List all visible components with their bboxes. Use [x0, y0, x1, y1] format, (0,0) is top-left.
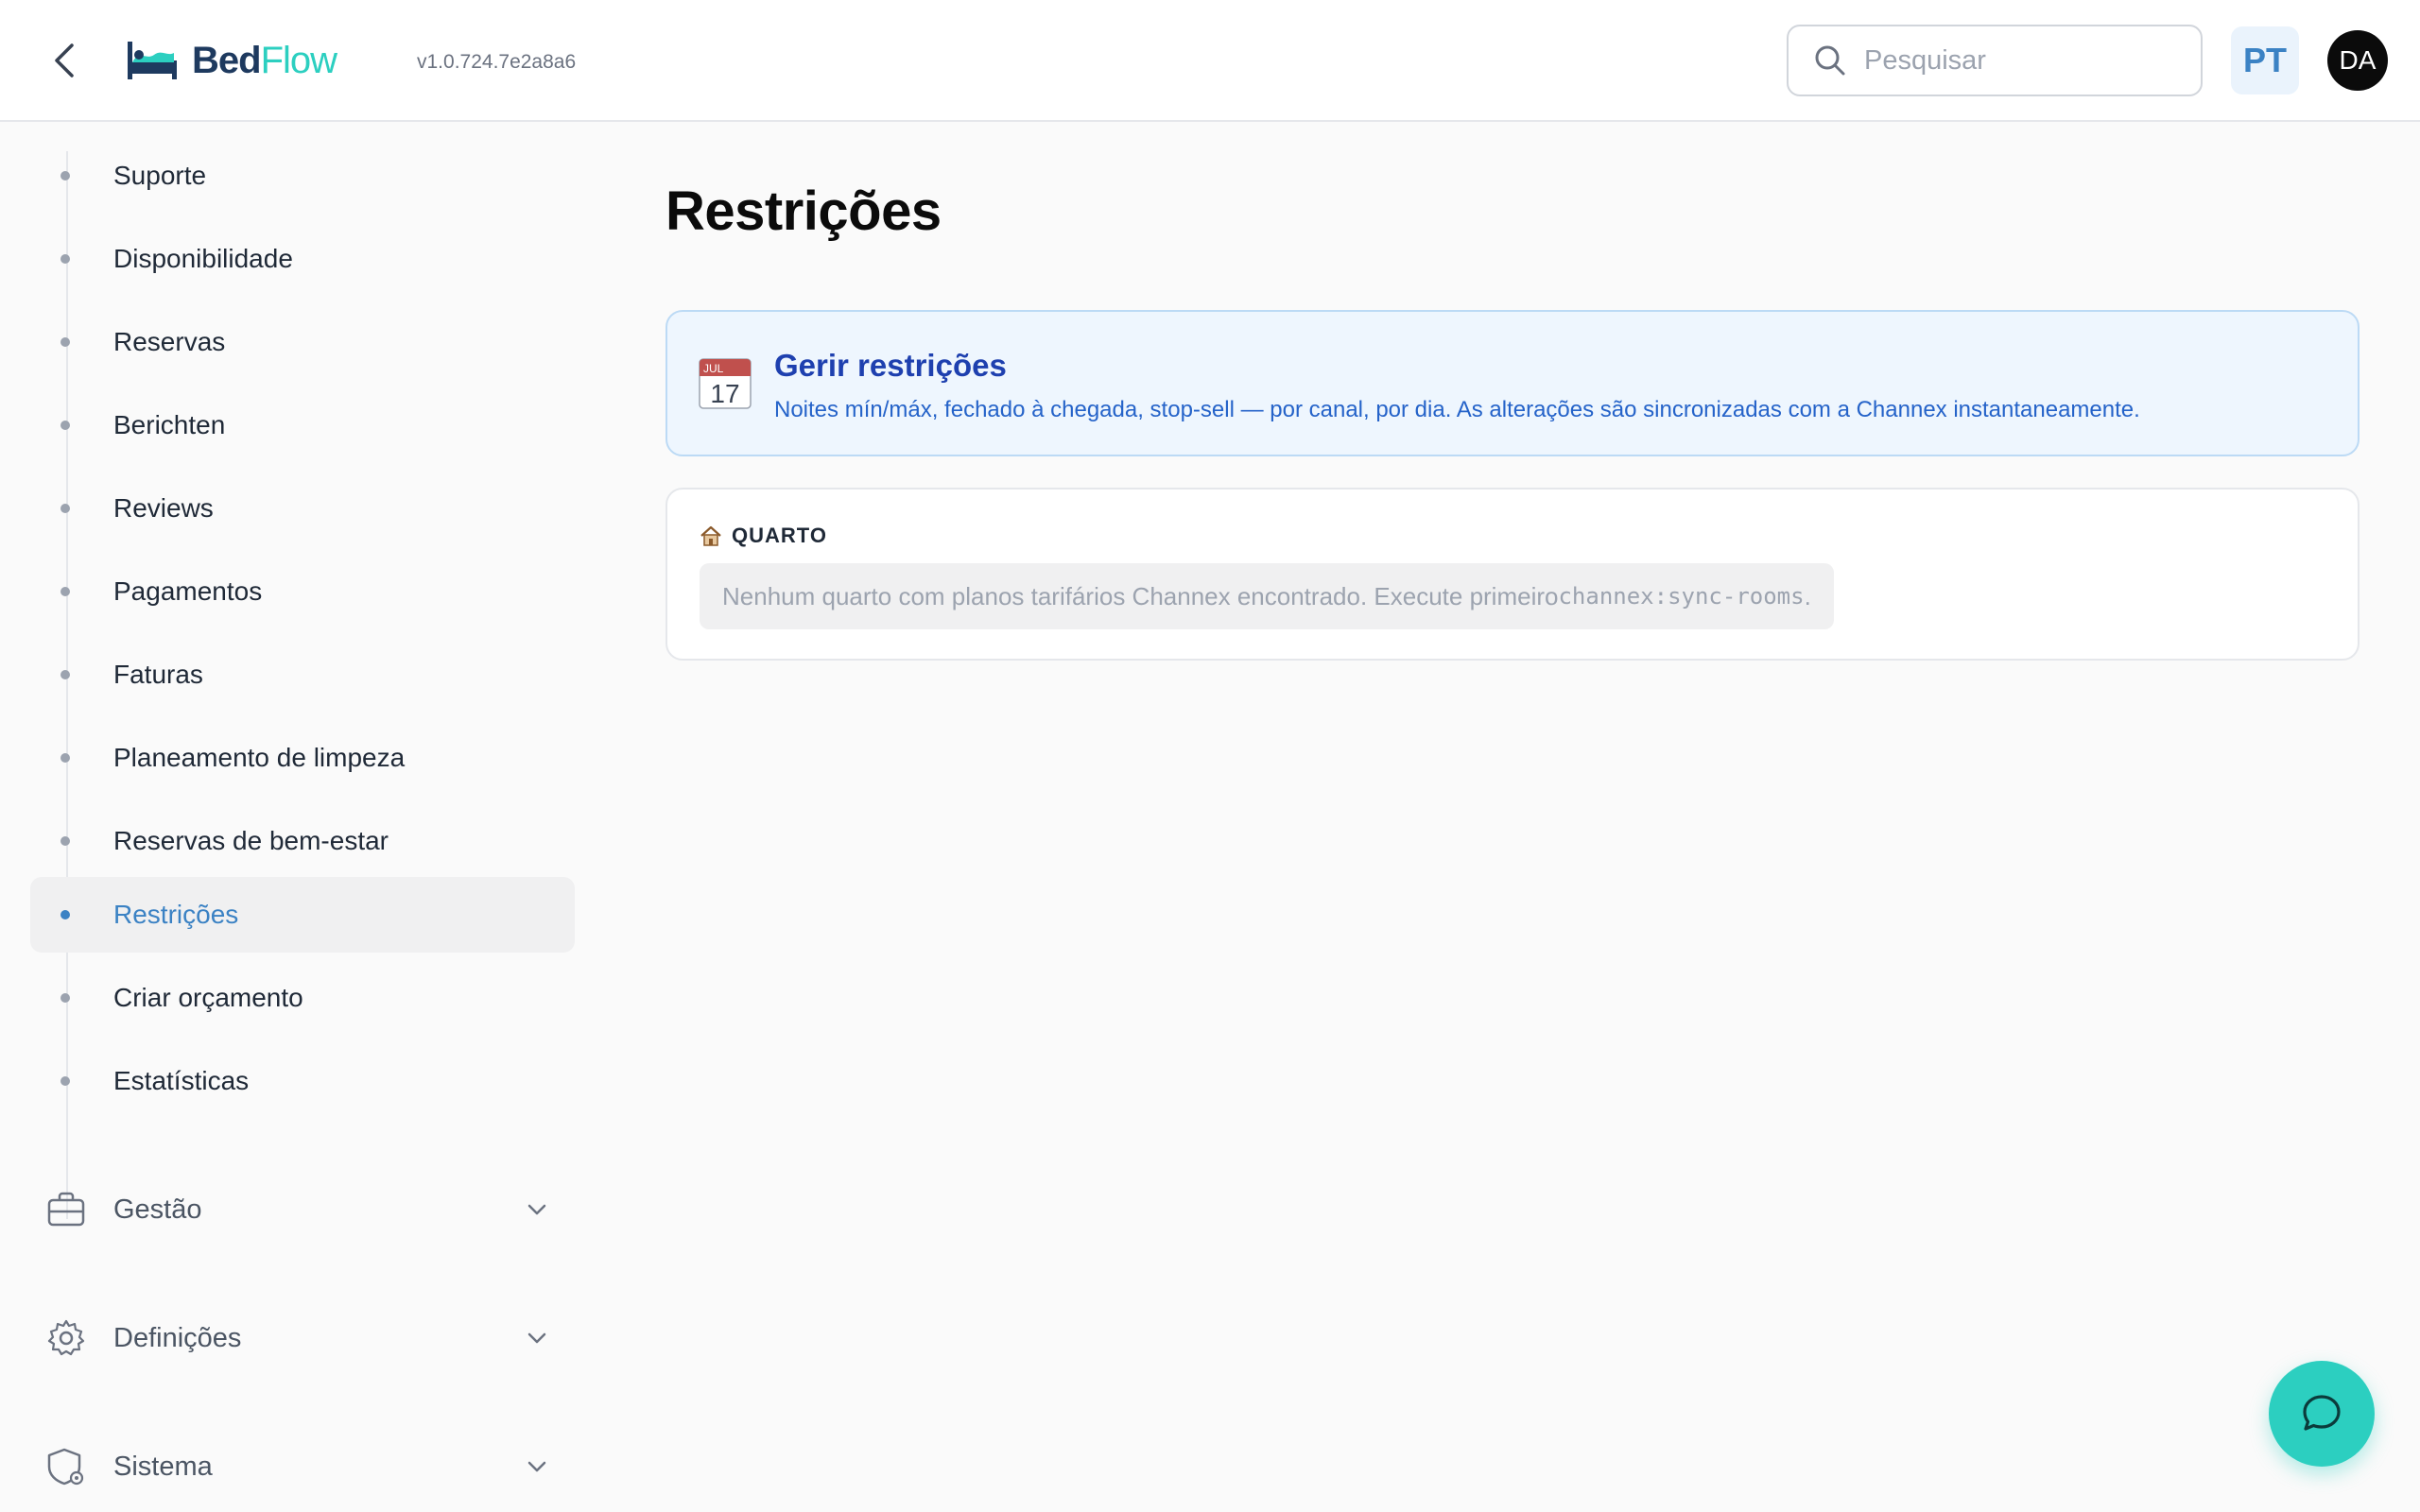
sidebar-item-label: Suporte: [113, 161, 207, 190]
sidebar-group-gestao[interactable]: Gestão: [30, 1172, 575, 1247]
gear-icon: [47, 1319, 85, 1356]
search-icon: [1815, 45, 1845, 76]
sidebar-item-label: Estatísticas: [113, 1066, 250, 1095]
sidebar-item-label: Reservas: [113, 327, 226, 356]
chevron-left-icon: [55, 43, 74, 77]
sidebar-item-label: Reservas de bem-estar: [113, 826, 389, 855]
bullet-icon: [60, 1076, 70, 1086]
room-card: QUARTO Nenhum quarto com planos tarifári…: [666, 488, 2360, 661]
back-button[interactable]: [45, 38, 83, 83]
sidebar-item-reservas-bem-estar[interactable]: Reservas de bem-estar: [30, 803, 575, 879]
info-title: Gerir restrições: [774, 348, 1007, 383]
sidebar-group-label: Gestão: [113, 1194, 202, 1225]
sidebar-item-berichten[interactable]: Berichten: [30, 387, 575, 463]
sidebar-group-label: Sistema: [113, 1451, 213, 1482]
version-label: v1.0.724.7e2a8a6: [417, 51, 577, 73]
room-empty-message: Nenhum quarto com planos tarifários Chan…: [700, 563, 1834, 629]
bullet-icon: [60, 421, 70, 430]
chat-button[interactable]: [2269, 1361, 2375, 1467]
user-avatar[interactable]: DA: [2327, 30, 2388, 91]
sidebar: Suporte Disponibilidade Reservas Bericht…: [0, 123, 586, 1512]
sidebar-item-label: Disponibilidade: [113, 244, 293, 273]
svg-text:17: 17: [710, 379, 739, 408]
bullet-icon: [60, 587, 70, 596]
svg-text:JUL: JUL: [703, 362, 724, 375]
sidebar-group-sistema[interactable]: Sistema: [30, 1429, 575, 1504]
shield-gear-icon: [47, 1448, 84, 1486]
sidebar-item-label: Planeamento de limpeza: [113, 743, 406, 772]
sidebar-item-faturas[interactable]: Faturas: [30, 637, 575, 713]
bullet-icon: [60, 753, 70, 763]
sidebar-item-planeamento-limpeza[interactable]: Planeamento de limpeza: [30, 720, 575, 796]
info-description: Noites mín/máx, fechado à chegada, stop-…: [774, 397, 2140, 422]
sidebar-item-label: Berichten: [113, 410, 226, 439]
chevron-down-icon: [527, 1332, 546, 1344]
chevron-down-icon: [527, 1204, 546, 1215]
sidebar-item-label: Criar orçamento: [113, 983, 303, 1012]
sidebar-item-restricoes[interactable]: Restrições: [30, 877, 575, 953]
bed-icon: [128, 42, 177, 79]
bullet-icon: [60, 171, 70, 180]
bullet-icon: [60, 670, 70, 679]
sidebar-item-criar-orcamento[interactable]: Criar orçamento: [30, 960, 575, 1036]
command-code: channex:sync-rooms: [1558, 583, 1805, 610]
sidebar-item-disponibilidade[interactable]: Disponibilidade: [30, 221, 575, 297]
room-label: QUARTO: [700, 524, 827, 548]
sidebar-item-pagamentos[interactable]: Pagamentos: [30, 554, 575, 629]
house-icon: [700, 525, 721, 546]
sidebar-item-label: Pagamentos: [113, 576, 263, 606]
bullet-icon: [60, 836, 70, 846]
bullet-icon: [60, 504, 70, 513]
sidebar-group-label: Definições: [113, 1322, 242, 1353]
sidebar-item-reviews[interactable]: Reviews: [30, 471, 575, 546]
search-box[interactable]: [1787, 25, 2203, 96]
language-button[interactable]: PT: [2231, 26, 2299, 94]
chat-bubble-icon: [2303, 1395, 2341, 1431]
logo-text: BedFlow: [192, 40, 337, 81]
bullet-icon: [60, 910, 70, 919]
sidebar-item-suporte[interactable]: Suporte: [30, 138, 575, 214]
briefcase-icon: [47, 1192, 85, 1227]
bullet-icon: [60, 993, 70, 1003]
calendar-icon: JUL 17: [699, 358, 752, 409]
sidebar-item-label: Faturas: [113, 660, 203, 689]
app-logo[interactable]: BedFlow: [126, 34, 337, 87]
sidebar-group-definicoes[interactable]: Definições: [30, 1300, 575, 1376]
sidebar-item-reservas[interactable]: Reservas: [30, 304, 575, 380]
info-banner: JUL 17 Gerir restrições Noites mín/máx, …: [666, 310, 2360, 456]
page-title: Restrições: [666, 180, 942, 242]
search-input[interactable]: [1864, 44, 2167, 77]
bullet-icon: [60, 254, 70, 264]
top-bar: BedFlow v1.0.724.7e2a8a6 PT DA: [0, 0, 2420, 122]
sidebar-item-label: Restrições: [113, 900, 239, 929]
sidebar-item-estatisticas[interactable]: Estatísticas: [30, 1043, 575, 1119]
chevron-down-icon: [527, 1461, 546, 1472]
bullet-icon: [60, 337, 70, 347]
sidebar-item-label: Reviews: [113, 493, 214, 523]
